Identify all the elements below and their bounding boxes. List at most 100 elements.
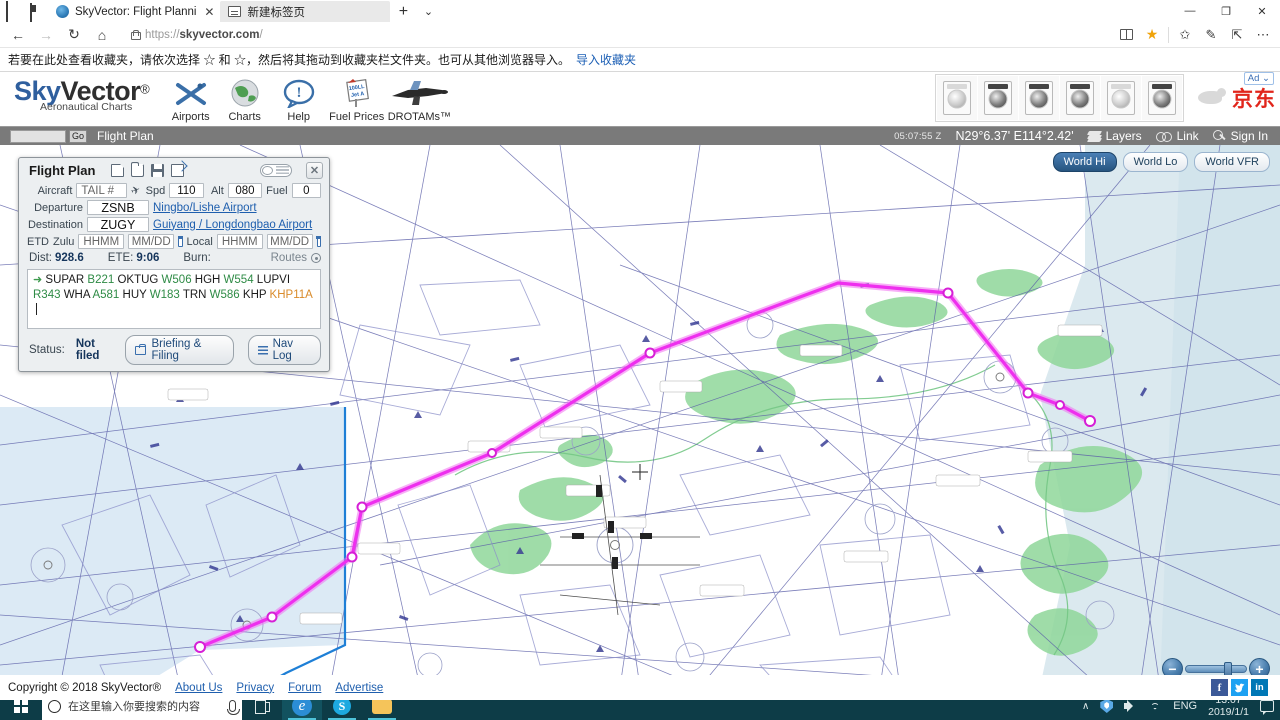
ad-tile[interactable] xyxy=(1142,76,1182,120)
etd-local-time-input[interactable]: HHMM xyxy=(216,234,263,249)
flight-plan-tab[interactable]: Flight Plan xyxy=(97,129,154,143)
import-favorites-link[interactable]: 导入收藏夹 xyxy=(576,51,636,68)
nav-airports[interactable]: Airports xyxy=(164,76,218,123)
departure-airport-link[interactable]: Ningbo/Lishe Airport xyxy=(153,202,257,214)
microphone-icon[interactable] xyxy=(227,700,240,715)
zulu-label: Zulu xyxy=(53,235,75,248)
wifi-icon[interactable] xyxy=(1148,701,1162,712)
etd-local-date-input[interactable]: MM/DD xyxy=(266,234,313,249)
etd-zulu-date-input[interactable]: MM/DD xyxy=(128,234,175,249)
more-icon[interactable]: ⋯ xyxy=(1250,23,1276,47)
open-plan-icon[interactable] xyxy=(131,161,145,177)
reading-view-icon[interactable] xyxy=(1113,23,1139,47)
nav-charts[interactable]: Charts xyxy=(218,76,272,123)
footer-link-advertise[interactable]: Advertise xyxy=(335,682,383,694)
refresh-icon[interactable]: ↻ xyxy=(60,23,88,47)
ad-tile[interactable] xyxy=(1101,76,1141,120)
share-icon[interactable]: ⇱ xyxy=(1224,23,1250,47)
burn-label: Burn: xyxy=(183,252,211,264)
show-hidden-icons-chevron-up-icon[interactable]: ∧ xyxy=(1082,701,1089,712)
search-go-button[interactable]: Go xyxy=(69,129,87,143)
share-plan-icon[interactable] xyxy=(171,163,185,177)
jd-brand-text: 京东 xyxy=(1232,88,1276,111)
nav-fuel-prices[interactable]: 100LL Jet A Fuel Prices xyxy=(326,76,388,123)
zulu-calendar-icon[interactable] xyxy=(177,235,184,247)
layers-button[interactable]: Layers xyxy=(1086,129,1142,143)
nav-label: Charts xyxy=(228,111,261,123)
save-plan-icon[interactable] xyxy=(151,163,165,177)
minimize-button[interactable]: — xyxy=(1172,0,1208,22)
aircraft-picker-icon[interactable]: ✈ xyxy=(129,183,142,198)
destination-input[interactable]: ZUGY xyxy=(87,217,149,232)
departure-input[interactable]: ZSNB xyxy=(87,200,149,215)
jd-brand-logo[interactable]: 京东 xyxy=(1194,83,1276,113)
linkedin-icon[interactable]: in xyxy=(1251,679,1268,696)
copyright-text: Copyright © 2018 SkyVector® xyxy=(8,681,162,694)
web-note-icon[interactable]: ✎ xyxy=(1198,23,1224,47)
address-bar[interactable]: https://skyvector.com/ xyxy=(122,24,1107,45)
briefing-filing-button[interactable]: Briefing & Filing xyxy=(125,335,234,365)
footer-link-privacy[interactable]: Privacy xyxy=(236,682,274,694)
ad-badge[interactable]: Ad ⌄ xyxy=(1243,72,1274,85)
advertisement[interactable]: 京东 Ad ⌄ xyxy=(935,72,1276,122)
browser-toolbar: ← → ↻ ⌂ https://skyvector.com/ ★ ✩ ✎ ⇱ ⋯ xyxy=(0,22,1280,48)
tab-close-icon[interactable]: ✕ xyxy=(202,6,216,18)
language-indicator[interactable]: ENG xyxy=(1173,700,1197,712)
layer-button-world-hi[interactable]: World Hi xyxy=(1052,152,1117,172)
action-center-icon[interactable] xyxy=(1260,700,1274,715)
ad-tile[interactable] xyxy=(1019,76,1059,120)
ad-product-tiles[interactable] xyxy=(935,74,1184,122)
link-button[interactable]: Link xyxy=(1155,129,1199,143)
tab-menu-chevron-down-icon[interactable]: ⌄ xyxy=(416,1,440,22)
etd-row: ETD Zulu HHMM MM/DD Local HHMM MM/DD xyxy=(19,233,329,250)
local-calendar-icon[interactable] xyxy=(316,235,322,247)
signin-button[interactable]: Sign In xyxy=(1212,129,1268,143)
route-token-awy: W586 xyxy=(206,289,240,301)
back-icon[interactable]: ← xyxy=(4,23,32,47)
facebook-icon[interactable]: f xyxy=(1211,679,1228,696)
flight-plan-panel[interactable]: Flight Plan ✕ Aircraft TAIL # ✈ Spd 110 … xyxy=(18,157,330,372)
newtab-favicon xyxy=(228,6,242,17)
browser-tab-newtab[interactable]: 新建标签页 xyxy=(220,1,391,22)
maximize-button[interactable]: ❐ xyxy=(1208,0,1244,22)
aircraft-input[interactable]: TAIL # xyxy=(76,183,127,198)
nav-log-button[interactable]: Nav Log xyxy=(247,335,322,365)
layer-button-world-vfr[interactable]: World VFR xyxy=(1194,152,1270,172)
nav-help[interactable]: ! Help xyxy=(272,76,326,123)
new-plan-icon[interactable] xyxy=(111,163,125,177)
zoom-slider-track[interactable] xyxy=(1185,661,1247,678)
altitude-input[interactable]: 080 xyxy=(227,183,263,198)
close-panel-icon[interactable]: ✕ xyxy=(306,161,323,179)
windows-logo-icon xyxy=(14,699,28,713)
twitter-icon[interactable] xyxy=(1231,679,1248,696)
volume-speaker-icon[interactable] xyxy=(1124,700,1137,712)
etd-zulu-time-input[interactable]: HHMM xyxy=(78,234,125,249)
routes-button[interactable]: Routes xyxy=(271,252,321,264)
favorites-star-icon[interactable]: ★ xyxy=(1139,23,1165,47)
nav-drotams[interactable]: DROTAMs™ xyxy=(388,76,451,123)
close-button[interactable]: ✕ xyxy=(1244,0,1280,22)
flight-plan-stats: Dist: 928.6 ETE: 9:06 Burn: Routes xyxy=(19,250,329,267)
route-token-wpt: TRN xyxy=(179,289,207,301)
security-shield-icon[interactable] xyxy=(1100,699,1114,713)
new-tab-button[interactable]: + xyxy=(390,1,416,22)
map-search-input[interactable] xyxy=(10,129,66,143)
forward-icon[interactable]: → xyxy=(32,23,60,47)
browser-tab-skyvector[interactable]: SkyVector: Flight Planni ✕ xyxy=(48,1,221,22)
ad-tile[interactable] xyxy=(978,76,1018,120)
skyvector-logo[interactable]: SkyVector® Aeronautical Charts xyxy=(14,78,150,113)
route-token-wpt: HUY xyxy=(119,289,147,301)
fuel-input[interactable]: 0 xyxy=(291,183,321,198)
set-tabs-aside-icon[interactable] xyxy=(30,3,44,22)
footer-link-about[interactable]: About Us xyxy=(175,682,222,694)
destination-airport-link[interactable]: Guiyang / Longdongbao Airport xyxy=(153,219,312,231)
speed-input[interactable]: 110 xyxy=(169,183,204,198)
route-textarea[interactable]: ➜ SUPAR B221 OKTUG W506 HGH W554 LUPVI R… xyxy=(27,269,321,329)
view-toggle-switch[interactable] xyxy=(260,163,292,177)
layer-button-world-lo[interactable]: World Lo xyxy=(1122,152,1189,172)
ad-tile[interactable] xyxy=(937,76,977,120)
ad-tile[interactable] xyxy=(1060,76,1100,120)
add-favorite-icon[interactable]: ✩ xyxy=(1172,23,1198,47)
home-icon[interactable]: ⌂ xyxy=(88,23,116,47)
footer-link-forum[interactable]: Forum xyxy=(288,682,321,694)
